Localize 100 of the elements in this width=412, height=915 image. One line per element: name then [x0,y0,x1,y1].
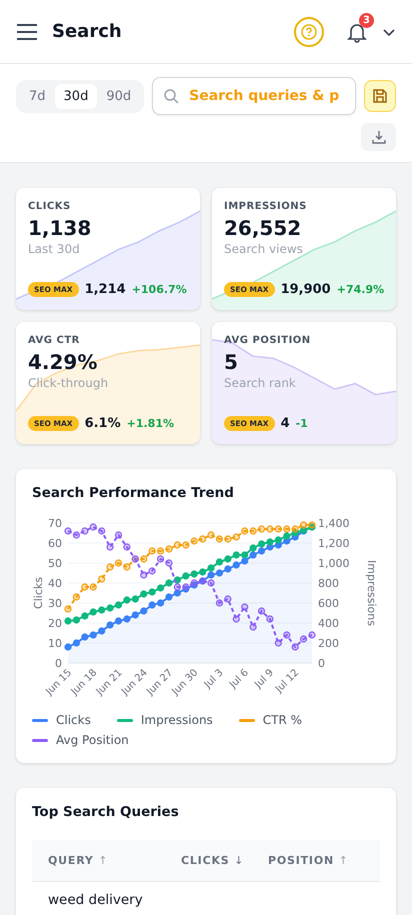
point [274,536,282,544]
point [156,547,164,555]
point [199,568,206,576]
point [148,588,156,596]
delta-value: +74.9% [336,283,384,296]
point [156,584,164,592]
legend-label[interactable]: CTR % [262,713,302,727]
axis-tick-label: 1,000 [318,557,350,570]
point [156,555,164,563]
point [190,570,198,578]
point [258,607,266,615]
point [266,525,274,533]
axis-tick-label: 800 [318,577,339,590]
point [258,540,266,548]
point [292,529,299,537]
point [216,569,224,577]
point [123,596,130,604]
point [274,525,282,533]
point [140,607,148,615]
point [174,589,181,597]
axis-title: Clicks [32,577,45,609]
point [174,541,181,549]
compare-value: 6.1% [84,416,121,431]
point [64,643,72,651]
point [72,593,80,601]
point [165,579,173,587]
point [90,523,97,531]
point [292,643,299,651]
point [232,533,240,541]
point [132,611,139,619]
axis-tick-label: Jul 9 [253,667,276,690]
point [140,571,148,579]
point [81,612,88,620]
compare-value: 1,214 [84,282,126,297]
download-button[interactable] [361,123,396,151]
period-tab[interactable]: 30d [54,84,98,108]
axis-tick-label: 200 [318,637,339,650]
point [81,633,88,641]
point [148,601,156,609]
point [224,555,232,563]
point [232,561,240,569]
period-tab[interactable]: 7d [20,84,55,108]
point [140,590,148,598]
point [90,608,97,616]
column-header[interactable]: POSITION ↑ [268,854,364,867]
stat-label: IMPRESSIONS [224,201,308,212]
point [224,535,232,543]
point [132,595,139,603]
column-header[interactable]: QUERY ↑ [48,854,181,867]
legend-label[interactable]: Clicks [56,713,91,727]
delta-value: +1.81% [126,417,174,430]
point [190,537,198,545]
point [283,631,290,639]
page-title: Search [52,21,123,42]
legend-label[interactable]: Impressions [140,713,213,727]
point [106,563,114,571]
search-icon [163,88,180,104]
delta-value: -1 [296,417,308,430]
legend-swatch [32,718,48,722]
point [165,593,173,601]
point [258,525,266,533]
delta-value: +106.7% [132,283,187,296]
menu-icon[interactable] [16,22,38,40]
point [250,551,257,559]
point [224,565,232,573]
point [90,583,97,591]
point [216,535,224,543]
column-header[interactable]: CLICKS ↓ [181,854,268,867]
point [72,616,80,624]
point [199,535,206,543]
point [283,525,290,533]
search-field[interactable]: Search queries & p [152,77,356,115]
legend-label[interactable]: Avg Position [56,733,129,747]
axis-tick-label: 30 [48,597,62,610]
compare-value: 19,900 [280,282,331,297]
axis-tick-label: 10 [48,637,62,650]
point [156,599,164,607]
point [292,525,299,533]
point [216,599,224,607]
point [241,603,248,611]
point [241,557,248,565]
point [300,521,308,529]
axis-tick-label: 60 [48,537,62,550]
stat-caption: Search rank [224,376,297,390]
stat-value: 26,552 [224,216,302,240]
point [250,623,257,631]
point [241,527,248,535]
point [232,615,240,623]
period-tab[interactable]: 90d [97,84,140,108]
point [64,605,72,613]
save-button[interactable] [364,80,396,112]
point [114,531,122,539]
point [250,544,257,552]
axis-tick-label: Jun 30 [170,667,200,698]
point [72,531,80,539]
point [123,543,130,551]
point [114,559,122,567]
axis-title: Impressions [365,560,378,626]
point [300,635,308,643]
point [258,547,266,555]
